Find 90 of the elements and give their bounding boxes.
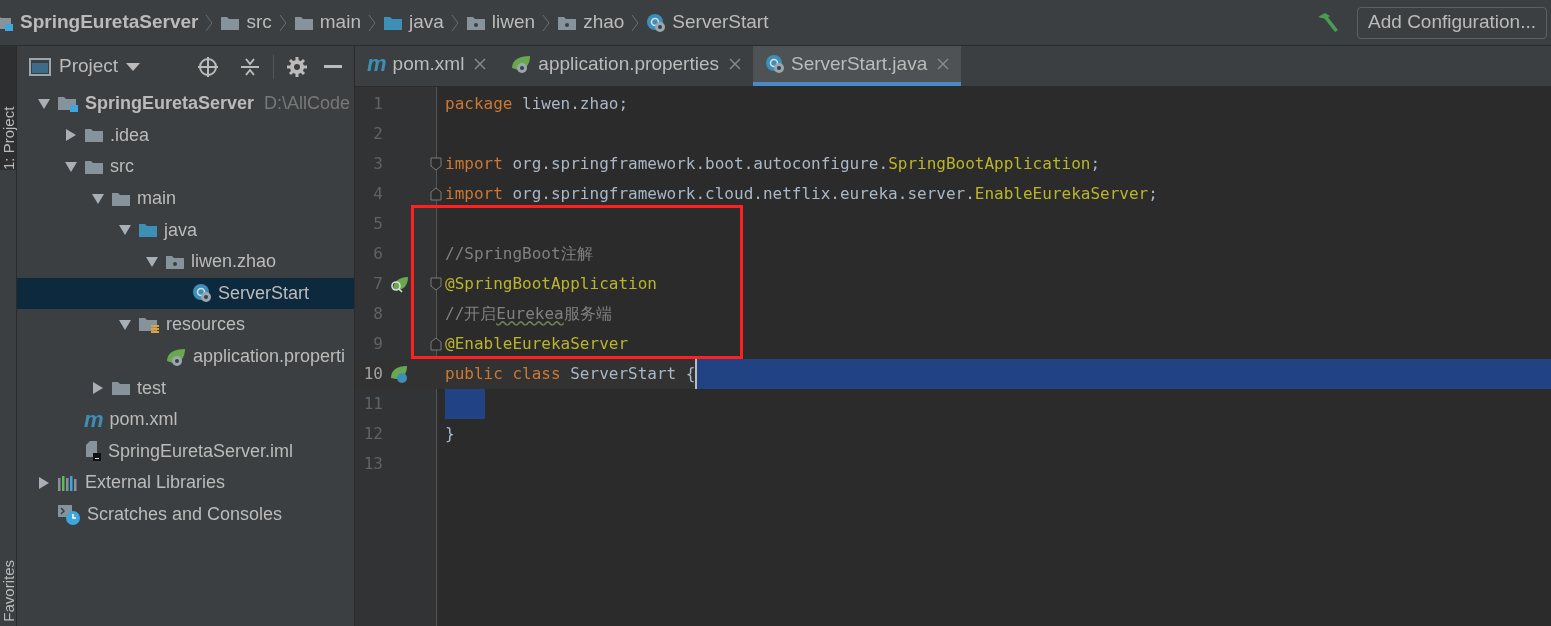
fold-end-icon[interactable]: [430, 187, 442, 201]
folder-icon: [111, 190, 131, 207]
expand-arrow-icon[interactable]: [65, 129, 77, 142]
folder-icon: [383, 14, 403, 31]
tree-item[interactable]: SpringEuretaServer.iml: [17, 435, 354, 468]
chevron-icon: [541, 12, 552, 33]
folder-icon: [138, 222, 158, 239]
code-line: public class ServerStart {: [445, 363, 696, 385]
leaf-gear-icon: [165, 346, 187, 367]
tree-item[interactable]: SpringEuretaServer D:\AllCode: [17, 88, 354, 120]
editor-tab[interactable]: m pom.xml: [355, 46, 499, 86]
fold-end-icon[interactable]: [430, 337, 442, 351]
breadcrumb-item[interactable]: SpringEuretaServer: [0, 8, 199, 37]
code-line: //SpringBoot注解: [445, 243, 593, 265]
breadcrumb-item[interactable]: java: [383, 8, 444, 37]
folder-icon: [293, 14, 314, 31]
leaf-search-icon[interactable]: [389, 274, 409, 294]
folder-icon: [84, 159, 104, 175]
panel-window-icon: [29, 57, 51, 76]
tree-item[interactable]: src: [17, 151, 354, 183]
chevron-icon: [277, 12, 288, 33]
tree-item[interactable]: ServerStart: [17, 277, 354, 310]
tree-item[interactable]: resources: [17, 309, 354, 341]
collapse-arrow-icon[interactable]: [65, 161, 77, 173]
class-gear-icon: [192, 283, 212, 304]
code-line: import org.springframework.boot.autoconfigure.SpringBootApplication;: [445, 153, 1101, 175]
tree-item[interactable]: test: [17, 372, 354, 404]
folder-icon: [220, 14, 241, 31]
favorites-tool-tab[interactable]: Favorites: [0, 560, 16, 626]
file-icon: [84, 440, 102, 463]
chevron-icon: [630, 12, 641, 33]
project-tool-tab[interactable]: 1: Project: [0, 46, 16, 170]
package-folder-icon: [165, 253, 185, 270]
path-hint: D:\AllCode: [264, 92, 351, 116]
run-configuration-dropdown[interactable]: Add Configuration...: [1357, 6, 1547, 39]
breadcrumb-item[interactable]: zhao: [557, 8, 625, 37]
editor-tab[interactable]: ServerStart.java: [753, 46, 962, 86]
collapse-arrow-icon[interactable]: [146, 255, 158, 268]
collapse-arrow-icon[interactable]: [38, 97, 50, 110]
code-line: @SpringBootApplication: [445, 273, 657, 295]
editor-tab[interactable]: application.properties: [498, 46, 753, 86]
package-folder-icon: [465, 14, 486, 31]
chevron-icon: [204, 12, 215, 33]
breadcrumb-item[interactable]: src: [220, 8, 272, 37]
tree-item[interactable]: application.properti: [17, 340, 354, 373]
module-folder-icon: [57, 94, 79, 113]
expand-arrow-icon[interactable]: [92, 382, 104, 395]
code-line: //开启Eurekea服务端: [445, 303, 612, 325]
breadcrumb-item[interactable]: liwen: [465, 8, 536, 37]
settings-icon[interactable]: [286, 55, 308, 78]
class-gear-icon: [646, 12, 667, 33]
crosshair-icon[interactable]: [197, 55, 219, 78]
panel-title[interactable]: Project: [59, 52, 119, 81]
close-icon[interactable]: [729, 58, 741, 70]
console-clock-icon: [57, 503, 81, 526]
collapse-arrow-icon[interactable]: [119, 318, 131, 331]
class-gear-icon: [765, 54, 785, 74]
folder-icon: [111, 380, 131, 397]
fold-start-icon[interactable]: [430, 157, 442, 171]
folder-icon: [84, 127, 104, 144]
tree-item[interactable]: java: [17, 214, 354, 246]
maven-m-icon: m: [84, 408, 104, 431]
library-bars-icon: [57, 473, 79, 492]
line-number: 10: [362, 363, 383, 385]
resources-folder-icon: [138, 315, 160, 334]
tree-item[interactable]: main: [17, 182, 354, 215]
chevron-icon: [449, 12, 460, 33]
code-line: @EnableEurekaServer: [445, 333, 629, 355]
fold-start-icon[interactable]: [430, 277, 442, 291]
leaf-gear-icon: [510, 54, 533, 74]
collapse-arrow-icon[interactable]: [92, 192, 104, 205]
collapse-arrow-icon[interactable]: [119, 224, 131, 237]
tree-item[interactable]: liwen.zhao: [17, 245, 354, 278]
tree-item[interactable]: External Libraries: [17, 467, 354, 499]
leaf-bean-icon[interactable]: [389, 364, 409, 384]
tree-item[interactable]: .idea: [17, 119, 354, 152]
code-line: package liwen.zhao;: [445, 93, 629, 115]
code-line: import org.springframework.cloud.netflix.eureka.server.EnableEurekaServer;: [445, 183, 1158, 205]
expand-arrow-icon[interactable]: [38, 476, 50, 489]
tree-item[interactable]: Scratches and Consoles: [17, 498, 354, 531]
breadcrumb-item[interactable]: ServerStart: [646, 8, 769, 37]
breadcrumb-item[interactable]: main: [293, 8, 361, 37]
minimize-icon[interactable]: [324, 64, 342, 69]
chevron-icon: [367, 12, 377, 33]
dropdown-caret-icon[interactable]: [126, 61, 141, 72]
package-folder-icon: [557, 14, 578, 31]
close-icon[interactable]: [474, 58, 487, 70]
tree-item[interactable]: m pom.xml: [17, 403, 354, 436]
maven-m-icon: m: [367, 53, 387, 75]
code-line: }: [445, 423, 455, 445]
